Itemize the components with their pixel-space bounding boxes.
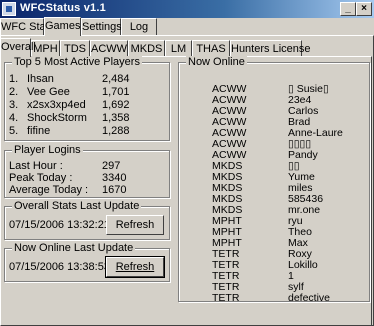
logins-label: Last Hour : [9, 160, 63, 172]
logins-label: Peak Today : [9, 172, 73, 184]
logins-value: 3340 [102, 172, 127, 184]
minimize-button[interactable]: _ [340, 2, 356, 16]
player-count: 1,692 [102, 99, 130, 111]
tab-mkds[interactable]: MKDS [128, 40, 165, 57]
logins-value: 297 [102, 160, 121, 172]
player-count: 1,288 [102, 125, 130, 137]
tab-lm[interactable]: LM [165, 40, 192, 57]
player-name: Ihsan [27, 73, 54, 85]
player-count: 1,701 [102, 86, 130, 98]
tab-acww[interactable]: ACWW [90, 40, 128, 57]
tab-thas[interactable]: THAS [192, 40, 230, 57]
overall-update-title: Overall Stats Last Update [12, 200, 142, 212]
app-icon [2, 2, 16, 16]
online-update-timestamp: 07/15/2006 13:38:53 [9, 261, 110, 273]
main-tab-row: WFC Status Games Settings Log [0, 17, 374, 36]
online-game: TETR [212, 292, 240, 304]
now-online-title: Now Online [186, 56, 247, 68]
logins-label: Average Today : [9, 184, 89, 196]
player-rank: 2. [9, 86, 19, 98]
tab-games[interactable]: Games [44, 17, 81, 36]
online-refresh-button[interactable]: Refresh [105, 256, 165, 278]
window-title: WFCStatus v1.1 [20, 2, 106, 14]
logins-value: 1670 [102, 184, 127, 196]
tab-tds[interactable]: TDS [60, 40, 90, 57]
tab-log[interactable]: Log [121, 18, 157, 35]
player-count: 1,358 [102, 112, 130, 124]
tab-overall[interactable]: Overall [0, 38, 36, 57]
game-tab-row: Overall MPH TDS ACWW MKDS LM THAS Hunter… [0, 38, 374, 57]
now-online-group: Now Online [178, 56, 370, 302]
player-name: x2sx3xp4ed [27, 99, 86, 111]
top5-title: Top 5 Most Active Players [12, 56, 142, 68]
player-rank: 5. [9, 125, 19, 137]
close-button[interactable]: × [356, 2, 372, 16]
overall-refresh-button[interactable]: Refresh [106, 215, 164, 235]
online-player: defective [288, 292, 331, 304]
online-update-title: Now Online Last Update [12, 242, 136, 254]
tab-wfc-status[interactable]: WFC Status [0, 18, 60, 35]
player-rank: 1. [9, 73, 19, 85]
tab-settings[interactable]: Settings [81, 18, 122, 35]
tab-hunters-license[interactable]: Hunters License [230, 40, 311, 57]
online-refresh-label: Refresh [115, 261, 155, 273]
player-rank: 3. [9, 99, 19, 111]
title-bar: WFCStatus v1.1 _ × [0, 0, 374, 18]
player-count: 2,484 [102, 73, 130, 85]
overall-update-timestamp: 07/15/2006 13:32:21 [9, 219, 110, 231]
player-name: fifine [27, 125, 51, 137]
player-name: ShockStorm [27, 112, 87, 124]
overall-refresh-label: Refresh [115, 219, 155, 231]
logins-title: Player Logins [12, 144, 83, 156]
player-name: Vee Gee [27, 86, 70, 98]
player-rank: 4. [9, 112, 19, 124]
